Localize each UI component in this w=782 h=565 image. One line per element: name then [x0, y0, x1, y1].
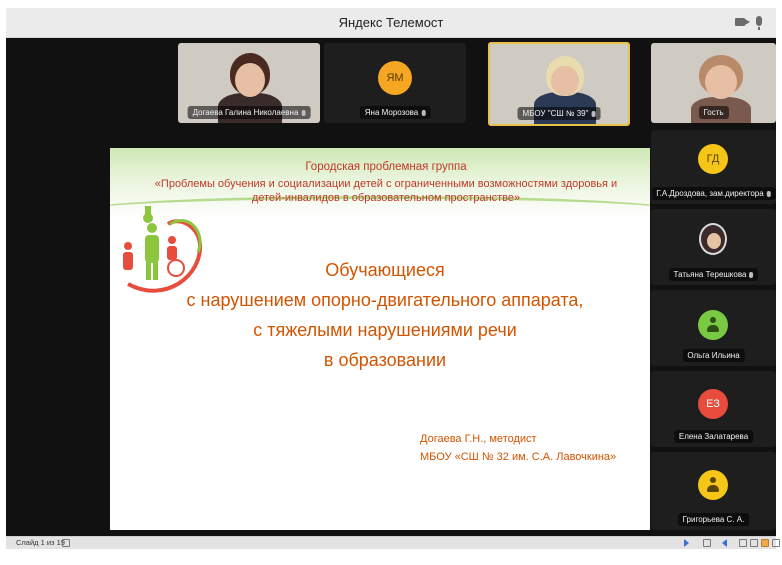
participant-tile-6[interactable]: Татьяна Терешкова — [651, 209, 776, 285]
participant-tile-5[interactable]: ГД Г.А.Дроздова, зам.директора — [651, 130, 776, 204]
reading-view-icon[interactable] — [761, 539, 769, 547]
avatar: ГД — [698, 144, 728, 174]
avatar — [699, 223, 727, 255]
participant-tile-1[interactable]: Догаева Галина Николаевна — [178, 43, 320, 123]
play-icon[interactable] — [684, 539, 689, 547]
mic-icon — [766, 190, 771, 197]
slide-group-title: Городская проблемная группа — [305, 161, 467, 173]
slide-title-line: с нарушением опорно-двигательного аппара… — [186, 290, 584, 310]
participant-name: Яна Морозова — [359, 106, 431, 119]
slide-counter: Слайд 1 из 19 — [16, 538, 65, 547]
participant-name: Ольга Ильина — [682, 349, 745, 362]
avatar: ЕЗ — [698, 389, 728, 419]
slide-main-title: Обучающиеся с нарушением опорно-двигател… — [140, 255, 630, 375]
participant-tile-4[interactable]: Гость — [651, 43, 776, 123]
slide-author: Догаева Г.Н., методист МБОУ «СШ № 32 им.… — [420, 430, 616, 466]
prev-icon[interactable] — [722, 539, 727, 547]
slide-header: Городская проблемная группа «Проблемы об… — [150, 160, 622, 205]
camera-icon[interactable] — [735, 18, 750, 26]
participant-name: МБОУ "СШ № 39" — [517, 107, 601, 120]
participant-tile-2[interactable]: ЯМ Яна Морозова — [324, 43, 466, 123]
participant-name: Г.А.Дроздова, зам.директора — [651, 187, 776, 200]
slideshow-icon[interactable] — [772, 539, 780, 547]
participant-name: Елена Залатарева — [673, 430, 754, 443]
mic-icon — [301, 109, 306, 116]
participant-tile-8[interactable]: ЕЗ Елена Залатарева — [651, 371, 776, 447]
participant-tile-3[interactable]: МБОУ "СШ № 39" — [488, 42, 630, 126]
window-title: Яндекс Телемост — [338, 15, 444, 30]
participant-name: Догаева Галина Николаевна — [187, 106, 311, 119]
mic-icon — [421, 109, 426, 116]
slide-sorter-icon[interactable] — [750, 539, 758, 547]
slide-school: МБОУ «СШ № 32 им. С.А. Лавочкина» — [420, 451, 617, 463]
avatar: ЯМ — [378, 61, 412, 95]
slide-notes-icon[interactable] — [62, 539, 70, 547]
presentation-statusbar: Слайд 1 из 19 — [6, 536, 780, 549]
participant-tile-7[interactable]: Ольга Ильина — [651, 290, 776, 366]
slide-title-line: Обучающиеся — [325, 260, 445, 280]
user-icon — [698, 310, 728, 340]
participant-name: Татьяна Терешкова — [668, 268, 759, 281]
participant-tile-9[interactable]: Григорьева С. А. — [651, 452, 776, 530]
mic-icon — [749, 271, 754, 278]
normal-view-icon[interactable] — [739, 539, 747, 547]
notes-icon[interactable] — [703, 539, 711, 547]
shared-slide[interactable]: Городская проблемная группа «Проблемы об… — [110, 148, 650, 530]
slide-author-name: Догаева Г.Н., методист — [420, 433, 537, 445]
participant-name: Гость — [698, 106, 729, 119]
slide-title-line: в образовании — [323, 350, 447, 370]
user-icon — [698, 470, 728, 500]
participant-name: Григорьева С. А. — [677, 513, 750, 526]
slide-title-line: с тяжелыми нарушениями речи — [253, 320, 517, 340]
microphone-icon[interactable] — [756, 16, 762, 30]
window-titlebar: Яндекс Телемост — [6, 8, 776, 38]
mic-icon — [591, 110, 596, 117]
slide-problem-title: «Проблемы обучения и социализации детей … — [154, 178, 618, 204]
